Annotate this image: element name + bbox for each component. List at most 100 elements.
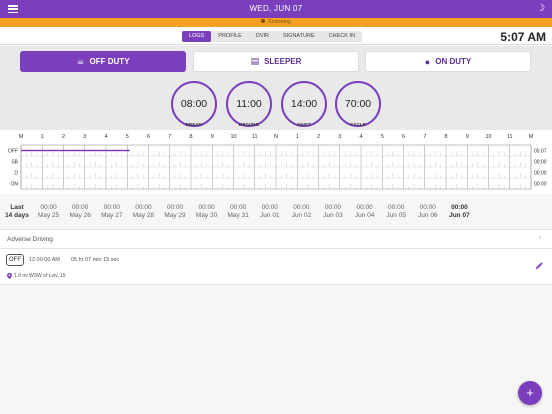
tab-bar: LOGS PROFILE DVIR SIGNATURE CHECK IN [182, 31, 362, 42]
entry-time: 12:00:00 AM [29, 257, 60, 263]
hour-label: 1 [296, 134, 299, 140]
hour-label: 6 [147, 134, 150, 140]
edit-pencil-icon[interactable] [535, 261, 544, 270]
hour-label: 7 [423, 134, 426, 140]
scanning-banner: Scanning [0, 18, 552, 27]
day-hours: 00:00 [451, 204, 468, 211]
day-item[interactable]: 00:00 Jun 02 [284, 204, 318, 220]
cycle-label: CYCLE [349, 122, 367, 127]
day-hours: 00:00 [198, 204, 215, 211]
duty-status-row: ☕ OFF DUTY ▤ SLEEPER ● ON DUTY [0, 46, 552, 78]
scanning-text: Scanning [268, 19, 291, 25]
hour-label: 8 [189, 134, 192, 140]
row-total: 00:00 [534, 160, 547, 166]
day-item-last-14-days[interactable]: Last 14 days [0, 204, 34, 220]
hour-label: 9 [211, 134, 214, 140]
day-item[interactable]: 00:00 May 27 [95, 204, 129, 220]
day-hours: 00:00 [166, 204, 184, 211]
shift-label: SHIFT [297, 122, 311, 127]
driving-label: DRIVING [238, 122, 260, 127]
row-total: 05:07 [534, 149, 547, 155]
hour-label: 8 [444, 134, 447, 140]
hour-label: 9 [466, 134, 469, 140]
sleeper-label: SLEEPER [264, 57, 302, 66]
sleeper-button[interactable]: ▤ SLEEPER [193, 51, 359, 72]
day-hours: 00:00 [72, 204, 89, 211]
day-date: Jun 06 [418, 212, 438, 219]
tab-signature[interactable]: SIGNATURE [276, 31, 322, 42]
hour-label: 2 [62, 134, 65, 140]
hos-gauges: 08:00 BREAK 11:00 DRIVING 14:00 SHIFT 70… [0, 78, 552, 130]
page-title: WED, JUN 07 [249, 4, 303, 13]
day-date: Jun 07 [449, 212, 470, 219]
hour-label: 11 [252, 134, 258, 140]
day-item[interactable]: 00:00 May 28 [126, 204, 160, 220]
off-duty-button[interactable]: ☕ OFF DUTY [20, 51, 186, 72]
day-item[interactable]: 00:00 Jun 05 [379, 204, 413, 220]
day-item[interactable]: 00:00 Jun 07 [442, 204, 476, 220]
day-date: Jun 04 [354, 212, 375, 219]
break-gauge: 08:00 BREAK [170, 80, 218, 128]
day-date: May 25 [37, 212, 60, 219]
day-item[interactable]: 00:00 Jun 03 [316, 204, 350, 220]
day-date: 14 days [5, 212, 29, 219]
day-item[interactable]: 00:00 May 25 [32, 204, 66, 220]
hour-label: 10 [230, 134, 236, 140]
location-pin-icon [7, 273, 12, 279]
day-date: Jun 05 [386, 212, 406, 219]
hour-label: 3 [83, 134, 86, 140]
moon-icon[interactable]: ☽ [536, 3, 545, 14]
tab-dvir[interactable]: DVIR [249, 31, 276, 42]
day-hours: Last [10, 204, 24, 211]
day-date: Jun 01 [260, 212, 280, 219]
row-label: OFF [8, 149, 18, 155]
hour-label: 3 [338, 134, 341, 140]
hour-label: M [529, 134, 534, 140]
row-total: 00:00 [534, 182, 547, 188]
day-item[interactable]: 00:00 May 26 [63, 204, 97, 220]
shift-gauge: 14:00 SHIFT [280, 80, 328, 128]
day-hours: 00:00 [135, 204, 152, 211]
day-item[interactable]: 00:00 May 29 [158, 204, 192, 220]
day-hours: 00:00 [388, 204, 405, 211]
day-date: May 30 [195, 212, 218, 219]
day-date: May 31 [227, 212, 249, 219]
day-hours: 00:00 [261, 204, 278, 211]
off-duty-label: OFF DUTY [89, 57, 130, 66]
day-hours: 00:00 [230, 204, 247, 211]
driving-gauge: 11:00 DRIVING [225, 80, 273, 128]
hour-label: 7 [168, 134, 171, 140]
day-item[interactable]: 00:00 Jun 06 [411, 204, 445, 220]
on-duty-button[interactable]: ● ON DUTY [365, 51, 531, 72]
day-item[interactable]: 00:00 Jun 01 [253, 204, 287, 220]
day-item[interactable]: 00:00 May 30 [190, 204, 224, 220]
day-date: Jun 03 [323, 212, 343, 219]
hour-label: 10 [485, 134, 491, 140]
log-entry[interactable]: OFF 12:00:00 AM 05 hr 07 min 15 sec 1.9 … [0, 249, 552, 285]
day-date: Jun 02 [291, 212, 312, 219]
cycle-gauge: 70:00 CYCLE [334, 80, 382, 128]
users-icon: ● [424, 56, 431, 67]
break-label: BREAK [185, 122, 203, 127]
adverse-driving-row[interactable]: Adverse Driving › [0, 229, 552, 249]
day-date: May 29 [164, 212, 186, 219]
tab-profile[interactable]: PROFILE [211, 31, 249, 42]
day-item[interactable]: 00:00 Jun 04 [348, 204, 382, 220]
tab-row: LOGS PROFILE DVIR SIGNATURE CHECK IN 5:0… [0, 27, 552, 45]
day-hours: 00:00 [293, 204, 310, 211]
bluetooth-icon [261, 19, 266, 23]
hour-label: 5 [381, 134, 384, 140]
day-hours: 00:00 [356, 204, 373, 211]
chevron-right-icon: › [539, 235, 541, 241]
row-label: ON [11, 182, 19, 188]
day-hours: 00:00 [419, 204, 436, 211]
hour-label: 11 [507, 134, 513, 140]
hour-label: M [19, 134, 24, 140]
tab-logs[interactable]: LOGS [182, 31, 212, 42]
day-item[interactable]: 00:00 May 31 [221, 204, 255, 220]
tab-check-in[interactable]: CHECK IN [322, 31, 362, 42]
add-event-button[interactable]: + [518, 381, 542, 405]
break-value: 08:00 [180, 98, 208, 110]
entry-duration: 05 hr 07 min 15 sec [71, 257, 120, 263]
entry-location: 1.9 mi WSW of Lviv, 15 [14, 273, 66, 279]
